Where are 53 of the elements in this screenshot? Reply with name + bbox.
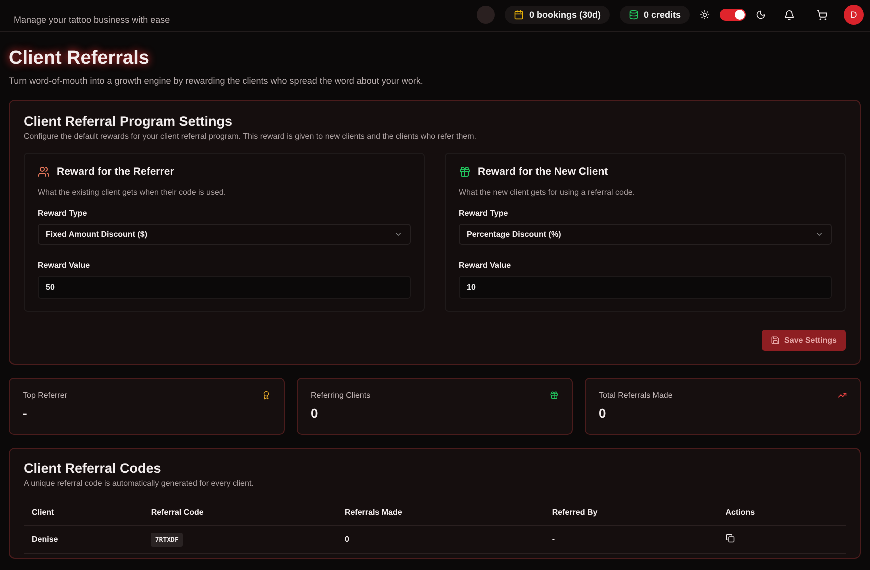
table-cell: 0 [336,526,544,554]
card-description: A unique referral code is automatically generated for every client. [24,479,255,488]
page-title: Client Referrals [9,48,150,70]
stat-value: 0 [599,406,608,421]
chevron-down-icon [815,230,824,239]
database-icon [628,10,639,20]
column-header: Actions [718,500,846,526]
stat-value: 0 [311,406,320,421]
panel-description: What the existing client gets when their code is used. [38,188,228,197]
field-label: Reward Type [38,209,88,218]
gift-icon [550,391,559,400]
column-header: Referral Code [143,500,337,526]
theme-toggle[interactable] [720,9,746,21]
stat-label: Top Referrer [23,391,68,400]
cart-icon[interactable] [817,10,828,20]
field-label: Reward Type [459,209,510,218]
panel-description: What the new client gets for using a referral code. [459,188,636,197]
calendar-icon [514,10,524,20]
award-icon [262,391,271,400]
page-subtitle: Turn word-of-mouth into a growth engine by rewarding the clients who spread the word about your work. [9,76,424,86]
column-header: Referred By [544,500,718,526]
stat-value: - [23,406,28,421]
card-title: Client Referral Codes [24,461,162,476]
users-icon [38,166,50,178]
reward-type-select[interactable]: Percentage Discount (%) [459,224,832,245]
card-title: Client Referral Program Settings [24,114,234,129]
reward-value-field[interactable]: 50 [38,276,411,299]
table-cell: - [544,526,718,554]
column-header: Referrals Made [336,500,544,526]
column-header: Client [24,500,144,526]
gift-icon [459,166,471,178]
field-label: Reward Value [38,261,92,270]
field-label: Reward Value [459,261,512,270]
card-description: Configure the default rewards for your client referral program. This reward is given to new clients and the clients who refer them. [24,132,478,141]
panel-title: Reward for the Referrer [57,166,174,178]
table-cell: Denise [24,526,144,554]
app-subtitle: Manage your tattoo business with ease [14,15,170,25]
copy-icon[interactable] [726,534,735,543]
stat-label: Referring Clients [311,391,371,400]
bookings-pill: 0 bookings (30d) [505,6,610,24]
panel-title: Reward for the New Client [478,166,608,178]
sun-icon [700,10,710,20]
stat-label: Total Referrals Made [599,391,673,400]
save-icon [770,336,780,345]
user-avatar[interactable]: D [844,5,864,25]
trend-icon [838,391,847,400]
credits-pill: 0 credits [620,6,690,24]
moon-icon [756,10,766,20]
reward-type-select[interactable]: Fixed Amount Discount ($) [38,224,411,245]
bell-icon[interactable] [784,10,795,20]
logo-icon [477,6,496,24]
reward-value-field[interactable]: 10 [459,276,832,299]
chevron-down-icon [394,230,403,239]
